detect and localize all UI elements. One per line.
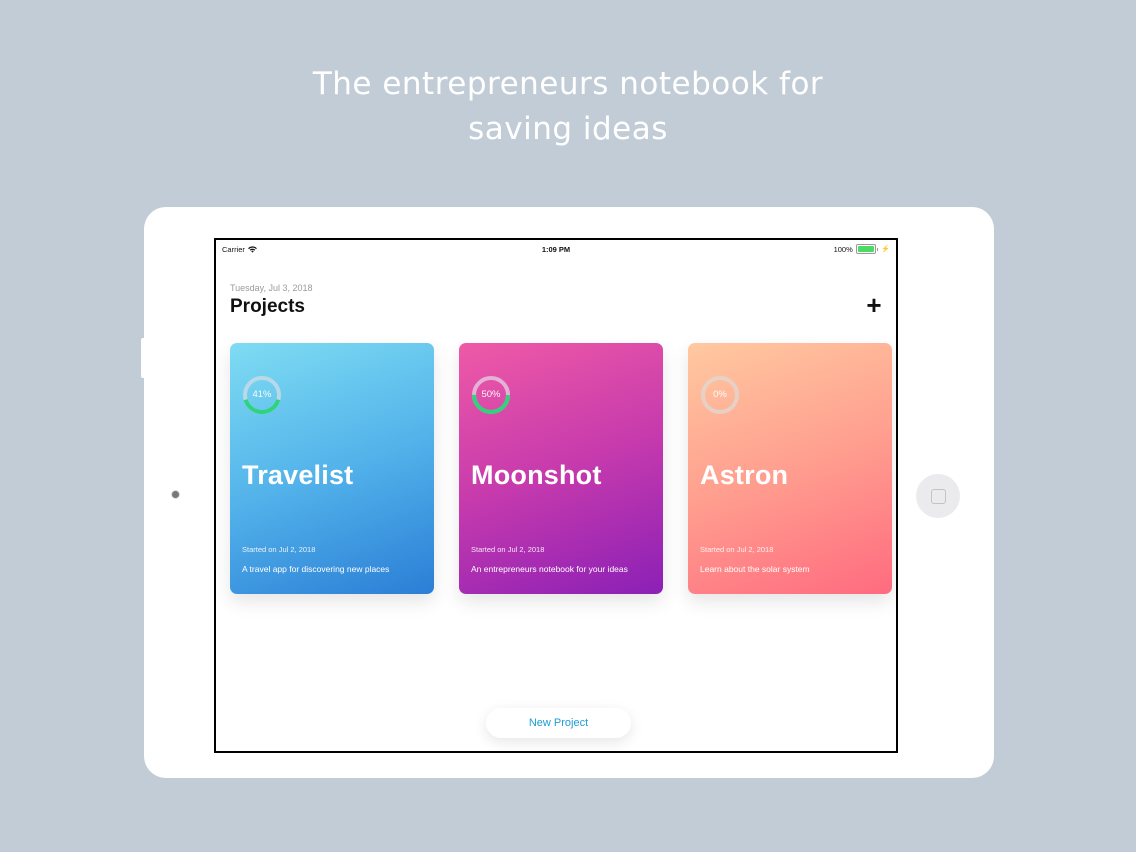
add-project-icon[interactable]: + [864,292,884,318]
project-card-travelist[interactable]: 41% Travelist Started on Jul 2, 2018 A t… [230,343,434,594]
project-name: Travelist [242,460,354,490]
battery-icon [855,244,876,254]
progress-ring: 41% [241,374,283,416]
project-started: Started on Jul 2, 2018 [700,545,774,554]
status-bar: Carrier 1:09 PM 100% ⚡ [216,240,896,258]
project-card-moonshot[interactable]: 50% Moonshot Started on Jul 2, 2018 An e… [459,343,663,594]
charging-icon: ⚡ [881,246,890,253]
progress-percent: 41% [252,389,272,400]
project-name: Moonshot [471,460,602,490]
date-label: Tuesday, Jul 3, 2018 [230,283,313,293]
battery-group: 100% ⚡ [834,244,890,254]
headline-line-1: The entrepreneurs notebook for [312,66,824,102]
new-project-button[interactable]: New Project [486,708,631,738]
project-description: An entrepreneurs notebook for your ideas [471,564,628,574]
project-started: Started on Jul 2, 2018 [471,545,545,554]
battery-percent: 100% [833,244,853,254]
project-description: Learn about the solar system [700,564,810,574]
project-card-astron[interactable]: 0% Astron Started on Jul 2, 2018 Learn a… [688,343,892,594]
progress-ring: 0% [699,374,741,416]
battery-tip [876,247,879,251]
home-button[interactable] [916,474,960,518]
headline-line-2: saving ideas [468,111,668,147]
page-title: Projects [230,296,305,317]
project-started: Started on Jul 2, 2018 [242,545,316,554]
project-name: Astron [700,460,789,490]
progress-percent: 0% [713,389,727,400]
headline: The entrepreneurs notebook for saving id… [0,62,1136,152]
project-description: A travel app for discovering new places [242,564,390,574]
clock: 1:09 PM [541,245,571,254]
home-square-icon [930,488,946,504]
progress-percent: 50% [481,389,501,400]
progress-ring: 50% [470,374,512,416]
camera-icon [172,491,179,498]
app-screen: Carrier 1:09 PM 100% ⚡ Tuesday, Jul 3, 2… [214,238,898,753]
